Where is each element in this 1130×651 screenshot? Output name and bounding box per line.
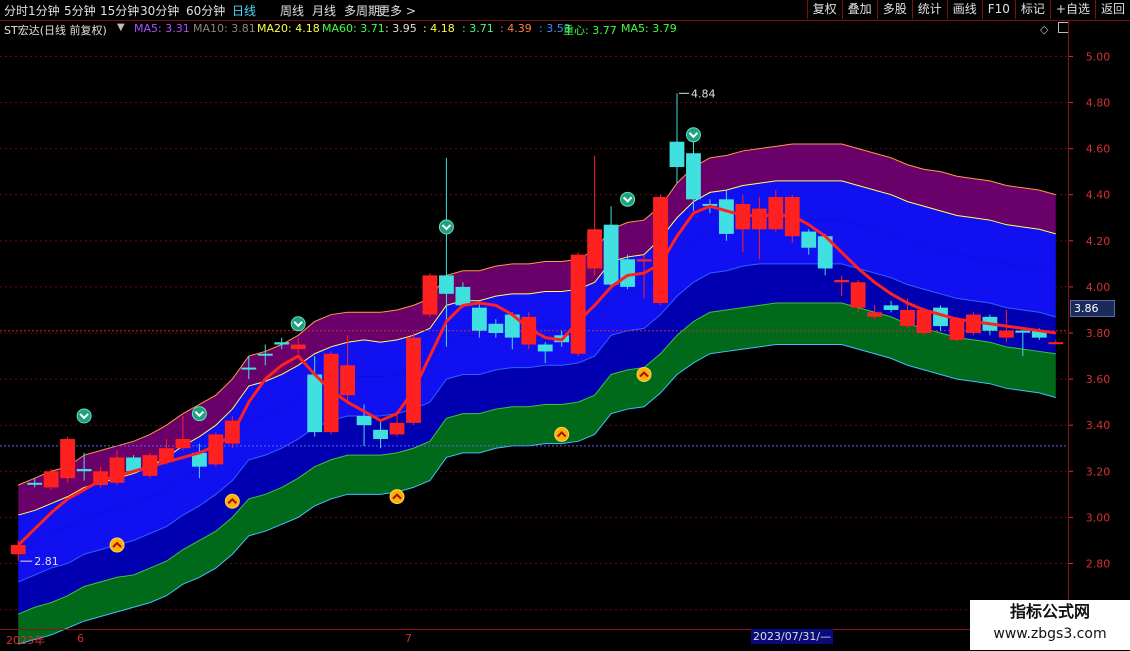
candle-body (1048, 342, 1064, 345)
sell-signal-icon (620, 191, 636, 207)
candle-body (834, 279, 850, 283)
candle-body (1015, 330, 1031, 333)
time-label-year: 2023年 (6, 634, 45, 647)
current-price-tag: 3.86 (1070, 300, 1115, 317)
low-annotation: 2.81 (34, 555, 59, 568)
candle-body (455, 286, 471, 306)
sell-signal-icon (76, 408, 92, 424)
price-axis (1068, 21, 1130, 629)
candle-body (471, 307, 487, 331)
candle-body (356, 415, 372, 426)
candle-body (76, 468, 92, 472)
candle-body (636, 259, 652, 262)
candle-body (257, 353, 273, 356)
candle-body (883, 305, 899, 310)
candle-body (60, 439, 76, 479)
candle-body (488, 323, 504, 333)
sell-signal-icon (685, 127, 701, 143)
candle-body (867, 312, 883, 317)
candle-body (669, 141, 685, 168)
candle-body (537, 344, 553, 352)
candle-body (274, 342, 290, 345)
buy-signal-icon (389, 489, 405, 505)
candle-body (422, 275, 438, 315)
sell-signal-icon (290, 316, 306, 332)
candle-body (109, 457, 125, 483)
buy-signal-icon (224, 493, 240, 509)
candle-body (998, 330, 1014, 338)
candle-body (43, 471, 59, 488)
candle-body (175, 439, 191, 449)
candle-body (241, 367, 257, 370)
candle-body (966, 314, 981, 333)
time-label-month-7: 7 (405, 632, 412, 645)
candle-body (603, 224, 619, 285)
buy-signal-icon (109, 537, 125, 553)
date-cursor-label: 2023/07/31/— (751, 629, 834, 644)
candle-body (340, 365, 356, 396)
candle-body (850, 282, 866, 308)
price-chart[interactable]: 2.602.803.003.203.403.603.804.004.204.40… (0, 0, 1130, 650)
sell-signal-icon (438, 219, 454, 235)
high-annotation: 4.84 (691, 87, 716, 100)
candle-body (801, 231, 817, 248)
candle-body (27, 482, 43, 485)
watermark-title: 指标公式网 (1009, 602, 1090, 621)
buy-signal-icon (554, 426, 570, 442)
watermark: 指标公式网 www.zbgs3.com (970, 600, 1130, 650)
time-axis: 2023年 6 7 (0, 629, 1068, 651)
candle-body (373, 429, 388, 440)
candle-body (439, 275, 454, 294)
candle-body (653, 197, 668, 304)
buy-signal-icon (636, 366, 652, 382)
candle-body (307, 374, 323, 433)
candle-body (620, 259, 635, 287)
candle-body (570, 254, 586, 354)
candle-body (686, 153, 701, 200)
watermark-url: www.zbgs3.com (993, 626, 1107, 642)
candle-body (768, 197, 784, 230)
candle-body (916, 309, 932, 333)
candle-body (587, 229, 603, 269)
candle-body (10, 545, 26, 555)
candle-body (718, 199, 734, 234)
candle-body (389, 422, 405, 435)
time-label-month-6: 6 (77, 632, 84, 645)
candle-body (751, 208, 767, 230)
candle-body (290, 344, 306, 350)
candle-body (900, 309, 915, 327)
candle-body (949, 319, 965, 340)
sell-signal-icon (191, 406, 207, 422)
